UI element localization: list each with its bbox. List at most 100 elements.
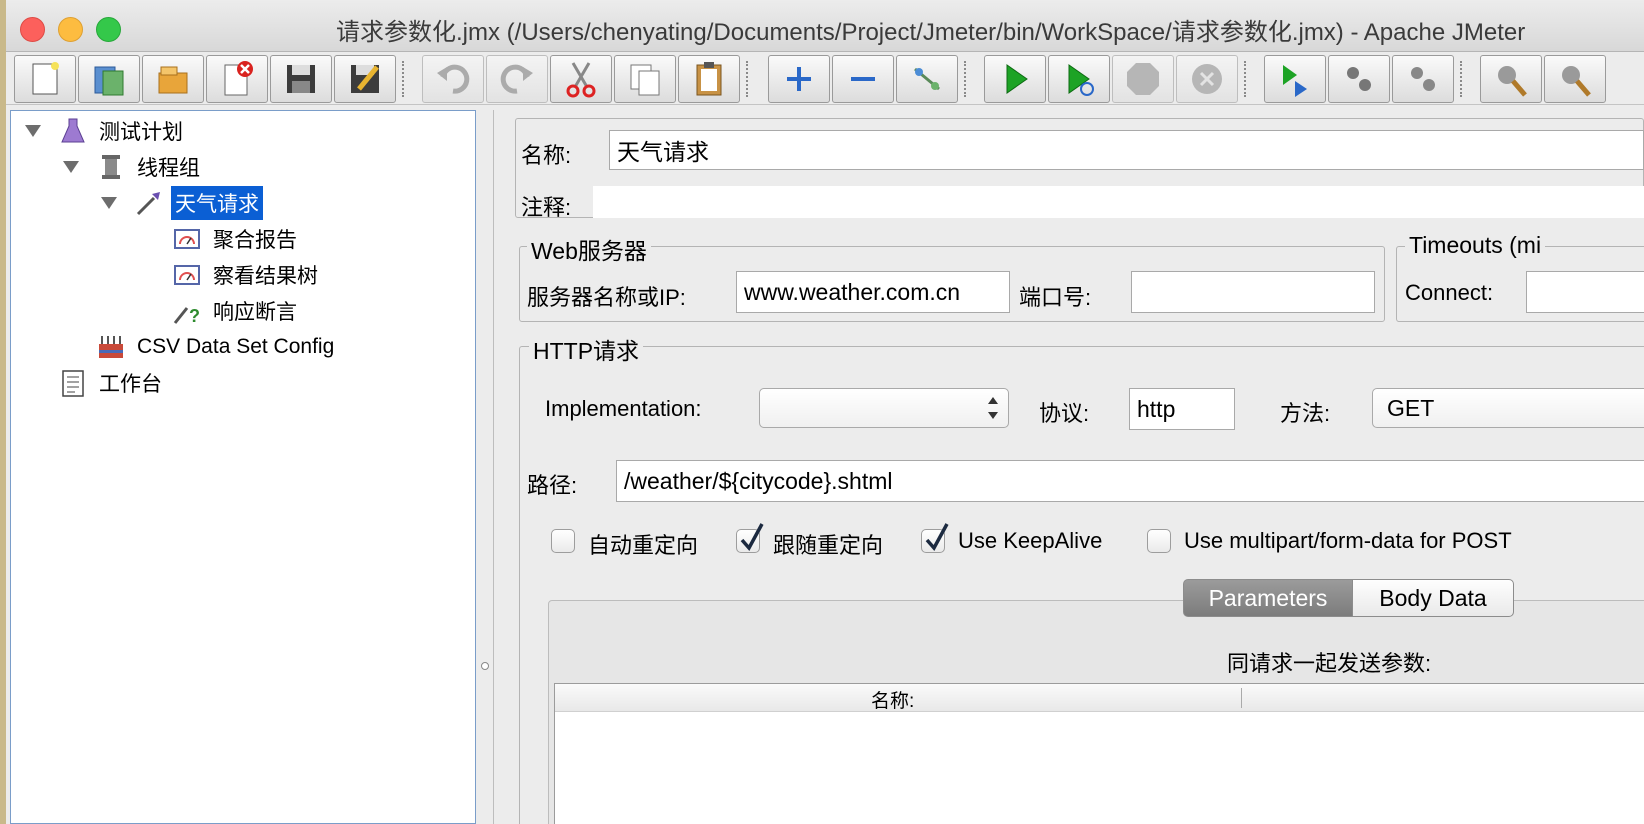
protocol-label: 协议: [1039,401,1090,426]
follow-redirects-label: 跟随重定向 [773,533,884,558]
redo-button[interactable] [486,55,548,103]
zoom-window-button[interactable] [96,17,121,42]
tab-body-data[interactable]: Body Data [1352,579,1514,617]
tree-item-csv-data-set-config[interactable]: CSV Data Set Config [95,331,338,363]
redo-icon [500,64,533,94]
implementation-label: Implementation: [545,396,702,421]
gauge-report-icon [171,259,203,291]
port-input[interactable] [1131,271,1375,313]
save-as-icon [351,65,379,93]
title-bar: 请求参数化.jmx (/Users/chenyating/Documents/P… [6,0,1644,52]
tree-item-label: 察看结果树 [213,265,318,288]
tree-item-view-results-tree[interactable]: 察看结果树 [171,259,322,291]
jmeter-window: 请求参数化.jmx (/Users/chenyating/Documents/P… [6,0,1644,824]
connect-label: Connect: [1405,280,1494,305]
protocol-input[interactable]: http [1129,388,1235,430]
new-button[interactable] [14,55,76,103]
undo-button[interactable] [422,55,484,103]
shutdown-button[interactable] [1176,55,1238,103]
open-button[interactable] [142,55,204,103]
tree-item-weather-request[interactable]: 天气请求 [133,186,263,220]
close-file-button[interactable] [206,55,268,103]
save-as-button[interactable] [334,55,396,103]
connect-timeout-input[interactable] [1526,271,1644,313]
toggle-button[interactable] [896,55,958,103]
method-select[interactable]: GET [1372,388,1644,428]
tree-item-label: 工作台 [99,373,162,396]
expand-toggle-icon[interactable] [63,161,79,173]
server-label: 服务器名称或IP: [527,285,686,310]
clear-all-button[interactable] [1544,55,1606,103]
keepalive-label: Use KeepAlive [958,528,1103,553]
toggle-icon [914,67,940,91]
tree-item-label: CSV Data Set Config [137,335,335,358]
copy-button[interactable] [614,55,676,103]
remote-shutdown-button[interactable] [1392,55,1454,103]
open-icon [158,66,188,94]
expand-all-button[interactable] [768,55,830,103]
tree-item-label: 聚合报告 [213,229,297,252]
remote-start-button[interactable] [1264,55,1326,103]
split-pane-divider[interactable] [476,110,494,824]
sampler-pipette-icon [133,187,165,219]
tree-item-workbench[interactable]: 工作台 [57,367,166,399]
svg-text:?: ? [189,306,200,326]
minimize-window-button[interactable] [58,17,83,42]
name-input[interactable]: 天气请求 [609,130,1644,170]
tree-item-test-plan[interactable]: 测试计划 [57,115,187,147]
close-icon [224,61,253,96]
paste-icon [696,62,722,96]
save-button[interactable] [270,55,332,103]
start-icon [1006,64,1028,94]
save-icon [287,65,315,93]
remote-shutdown-icon [1411,67,1435,91]
toolbar [6,53,1644,105]
templates-button[interactable] [78,55,140,103]
table-header: 名称: [555,684,1644,712]
cut-icon [566,62,596,98]
tree-item-label: 天气请求 [171,186,263,220]
comment-label: 注释: [521,195,572,220]
window-title: 请求参数化.jmx (/Users/chenyating/Documents/P… [336,19,1526,46]
column-header-name[interactable]: 名称: [871,686,914,713]
follow-redirects-checkbox[interactable] [736,523,764,553]
select-arrows-icon [988,397,998,419]
stop-button[interactable] [1112,55,1174,103]
parameters-table[interactable]: 名称: [554,683,1644,824]
tree-item-thread-group[interactable]: 线程组 [95,151,204,183]
start-no-pause-button[interactable] [1048,55,1110,103]
tab-parameters[interactable]: Parameters [1183,579,1353,617]
checkmark-icon [740,523,764,552]
name-label: 名称: [521,143,572,168]
clear-button[interactable] [1480,55,1542,103]
server-input[interactable]: www.weather.com.cn [736,271,1010,313]
spool-icon [95,151,127,183]
cut-button[interactable] [550,55,612,103]
clear-all-icon [1562,66,1591,97]
gauge-report-icon [171,223,203,255]
expand-toggle-icon[interactable] [25,125,41,137]
comment-input[interactable] [593,186,1644,218]
tree-item-aggregate-report[interactable]: 聚合报告 [171,223,301,255]
collapse-all-button[interactable] [832,55,894,103]
paste-button[interactable] [678,55,740,103]
multipart-checkbox[interactable] [1147,529,1171,553]
expand-toggle-icon[interactable] [101,197,117,209]
method-value: GET [1387,394,1435,421]
assertion-icon: ? [171,295,203,327]
tree-item-label: 测试计划 [99,121,183,144]
path-input[interactable]: /weather/${citycode}.shtml [616,460,1644,502]
keepalive-checkbox[interactable] [921,523,949,553]
params-caption: 同请求一起发送参数: [1227,651,1432,676]
method-label: 方法: [1280,401,1331,426]
multipart-label: Use multipart/form-data for POST [1184,528,1512,553]
auto-redirect-checkbox[interactable] [551,529,575,553]
auto-redirect-label: 自动重定向 [588,533,699,558]
implementation-select[interactable] [759,388,1009,428]
close-window-button[interactable] [20,17,45,42]
start-button[interactable] [984,55,1046,103]
remote-stop-button[interactable] [1328,55,1390,103]
timeouts-legend: Timeouts (mi [1405,232,1546,259]
tree-item-response-assertion[interactable]: ? 响应断言 [171,295,301,327]
expand-icon [787,67,811,91]
